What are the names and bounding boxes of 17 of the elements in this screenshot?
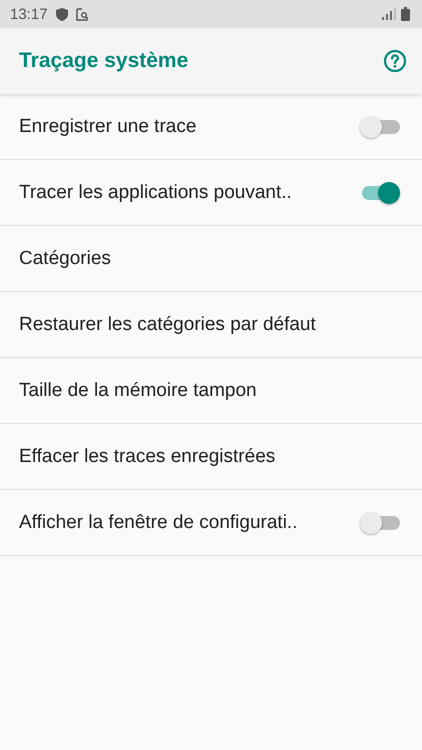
- toggle-switch[interactable]: [360, 180, 400, 204]
- battery-icon: [401, 7, 410, 21]
- settings-item[interactable]: Restaurer les catégories par défaut: [0, 292, 422, 358]
- settings-item[interactable]: Effacer les traces enregistrées: [0, 424, 422, 490]
- settings-item[interactable]: Tracer les applications pouvant..: [0, 160, 422, 226]
- signal-icon: [382, 8, 396, 20]
- shield-icon: [56, 8, 68, 20]
- screen-search-icon: [76, 8, 89, 20]
- toggle-switch[interactable]: [360, 114, 400, 138]
- toggle-switch[interactable]: [360, 510, 400, 534]
- app-title: Traçage système: [19, 49, 188, 73]
- settings-item[interactable]: Catégories: [0, 226, 422, 292]
- help-icon[interactable]: [383, 49, 407, 73]
- settings-item[interactable]: Afficher la fenêtre de configurati..: [0, 490, 422, 556]
- status-time: 13:17: [10, 6, 48, 22]
- settings-item[interactable]: Taille de la mémoire tampon: [0, 358, 422, 424]
- settings-item[interactable]: Enregistrer une trace: [0, 94, 422, 160]
